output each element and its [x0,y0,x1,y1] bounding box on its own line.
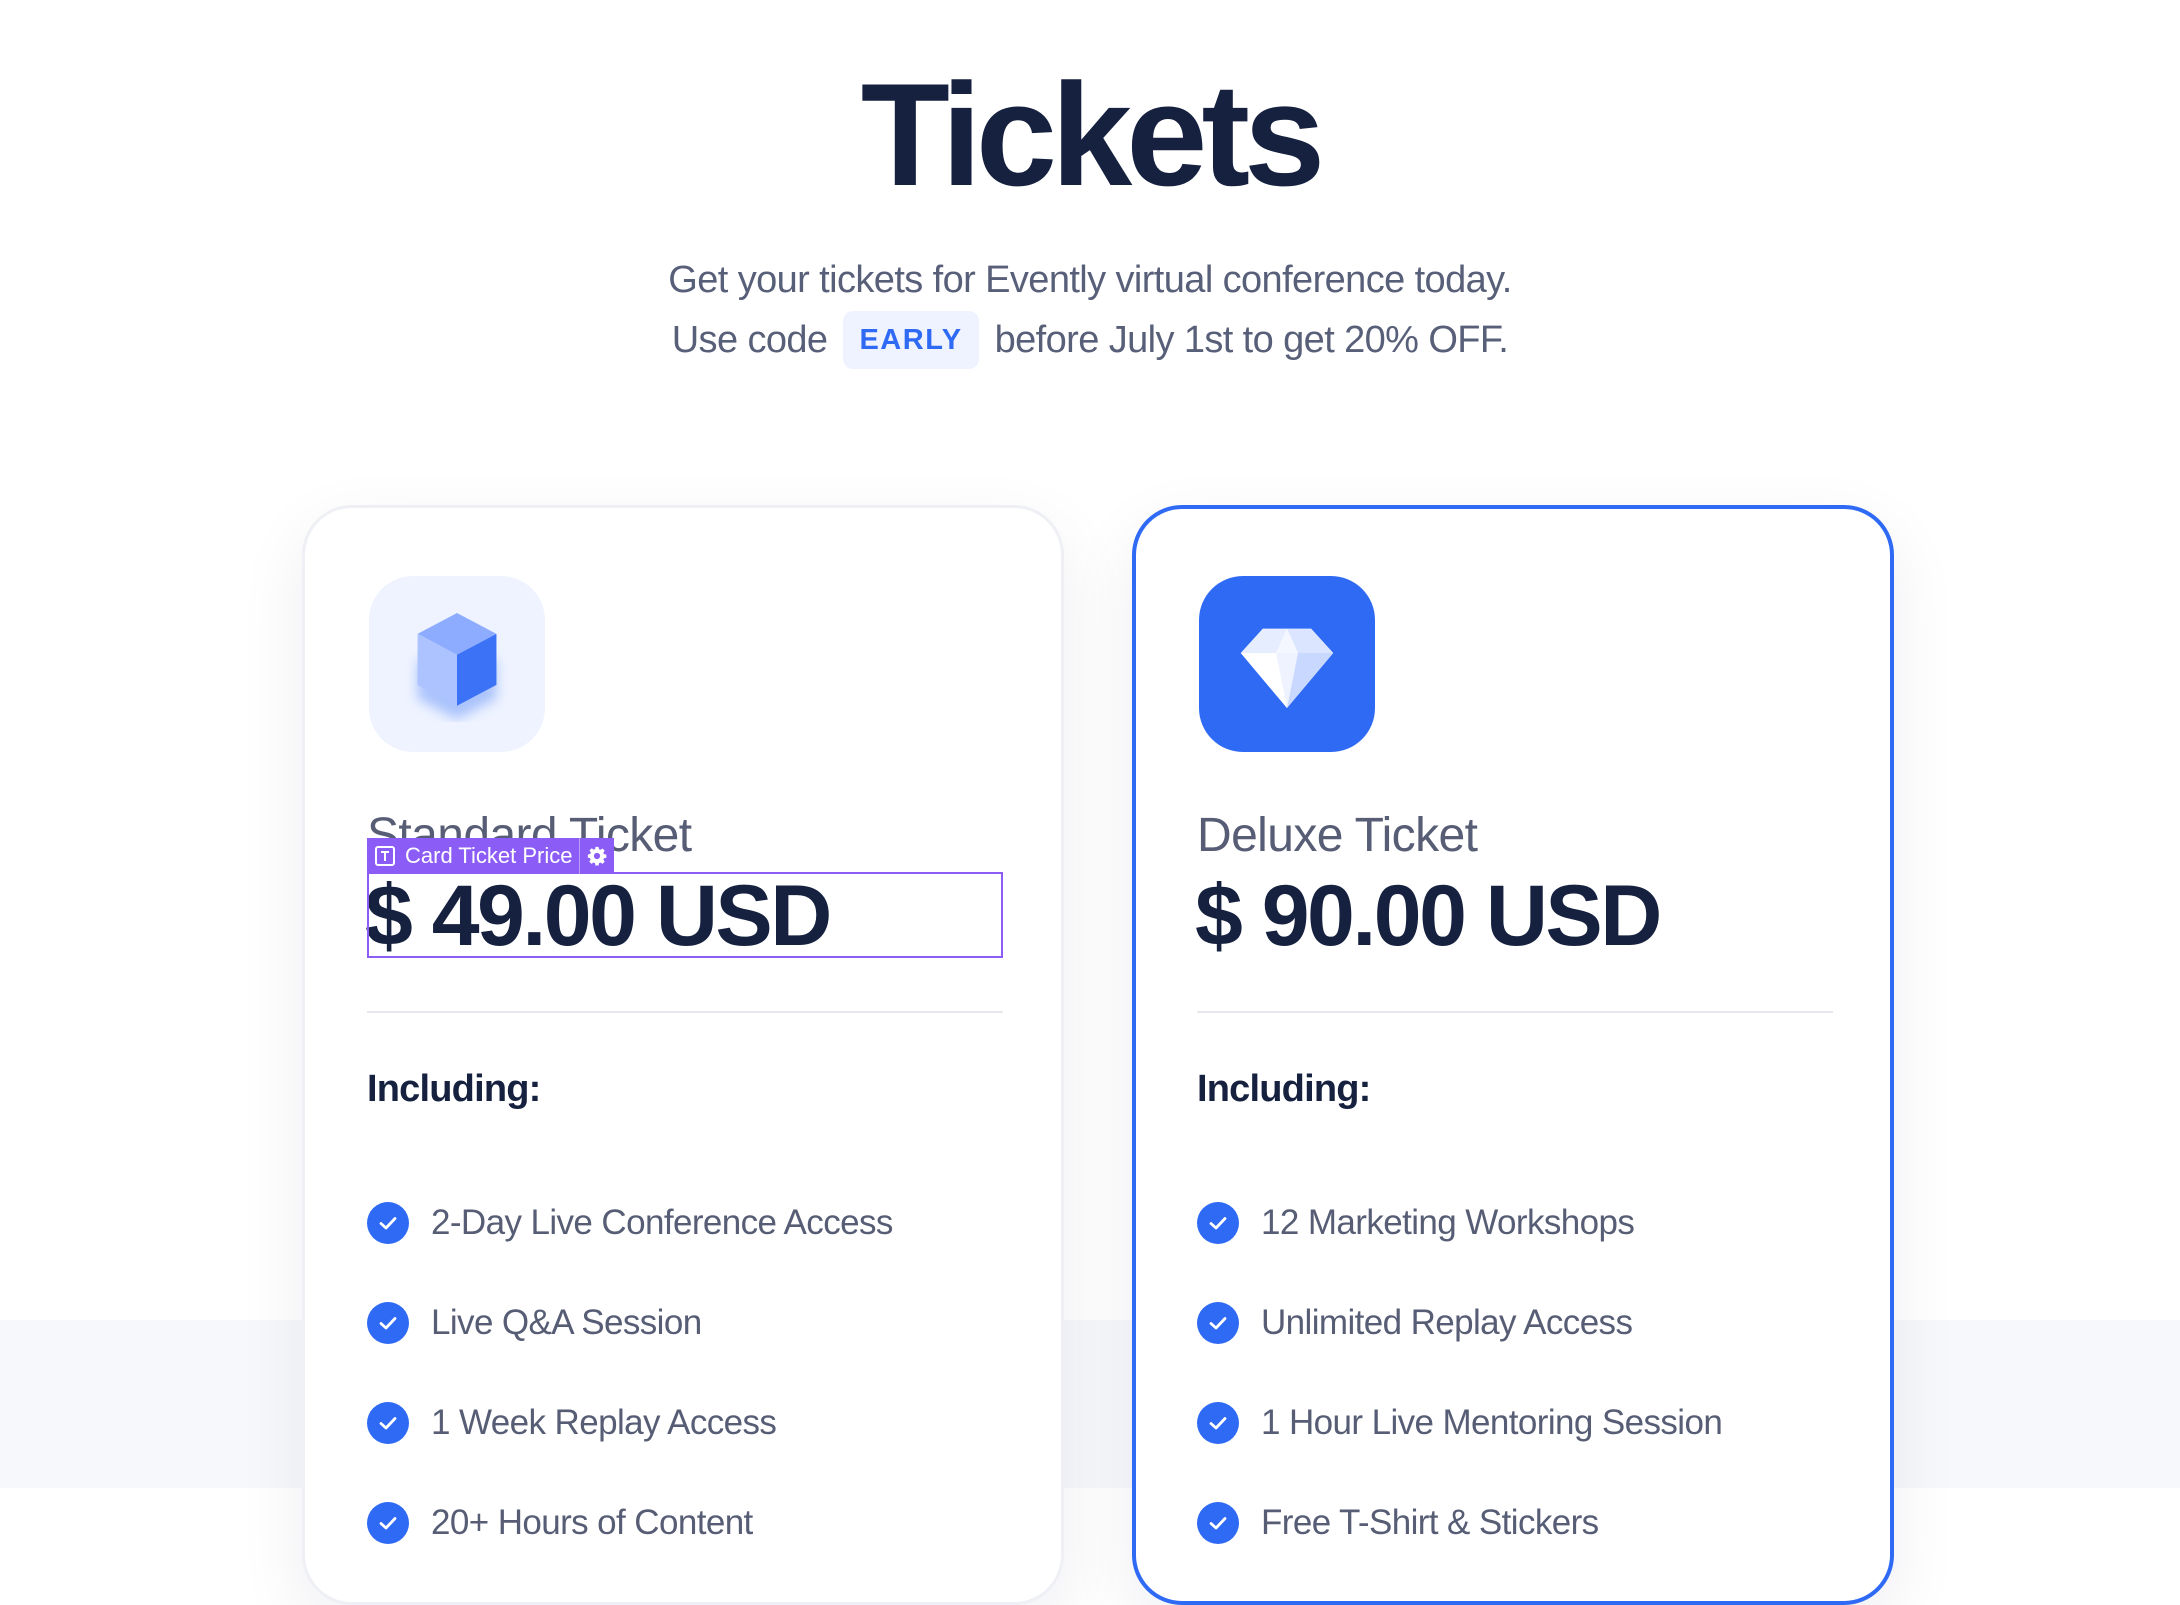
ticket-icon-tile [369,576,545,752]
check-circle-icon [367,1402,409,1444]
editor-element-label: Card Ticket Price [405,843,573,868]
feature-text: Live Q&A Session [431,1303,702,1342]
subtitle-line-2: Use code EARLY before July 1st to get 20… [672,310,1509,370]
feature-text: 12 Marketing Workshops [1261,1203,1635,1242]
diamond-icon [1240,628,1334,708]
text-icon [367,838,403,874]
including-heading: Including: [367,1068,541,1110]
subtitle-code-suffix: before July 1st to get 20% OFF. [994,319,1509,361]
list-item: Unlimited Replay Access [1197,1273,1722,1373]
ticket-card-standard[interactable]: Standard Ticket $ 49.00 USD Card Ticket … [302,505,1064,1605]
list-item: 2-Day Live Conference Access [367,1173,893,1273]
page-title: Tickets [860,53,1326,216]
feature-list: 2-Day Live Conference Access Live Q&A Se… [367,1173,893,1573]
feature-text: 2-Day Live Conference Access [431,1203,893,1242]
ticket-card-deluxe[interactable]: Deluxe Ticket $ 90.00 USD Including: 12 … [1132,505,1894,1605]
list-item: Live Q&A Session [367,1273,893,1373]
check-circle-icon [367,1502,409,1544]
list-item: 1 Hour Live Mentoring Session [1197,1373,1723,1473]
subtitle-code-prefix: Use code [671,319,828,361]
check-circle-icon [367,1202,409,1244]
gear-icon[interactable] [578,838,614,874]
list-item: 20+ Hours of Content [367,1473,893,1573]
including-heading: Including: [1197,1068,1371,1110]
editor-selection-outline [367,872,1003,958]
feature-text: 1 Hour Live Mentoring Session [1261,1403,1723,1442]
cube-icon [417,612,497,720]
list-item: Free T-Shirt & Stickers [1197,1473,1722,1573]
tickets-header: Tickets Get your tickets for Evently vir… [0,60,2180,370]
feature-list: 12 Marketing Workshops Unlimited Replay … [1197,1173,1723,1573]
ticket-price: $ 90.00 USD [1195,868,1662,964]
card-divider [1197,1011,1833,1013]
card-divider [367,1011,1003,1013]
check-circle-icon [1197,1202,1239,1244]
page-subtitle: Get your tickets for Evently virtual con… [0,250,2180,370]
check-circle-icon [367,1302,409,1344]
check-circle-icon [1197,1402,1239,1444]
promo-code-badge: EARLY [843,311,979,369]
subtitle-line-1: Get your tickets for Evently virtual con… [668,259,1512,301]
feature-text: 20+ Hours of Content [431,1503,753,1542]
check-circle-icon [1197,1302,1239,1344]
list-item: 12 Marketing Workshops [1197,1173,1722,1273]
list-item: 1 Week Replay Access [367,1373,893,1473]
ticket-icon-tile [1199,576,1375,752]
feature-text: 1 Week Replay Access [431,1403,777,1442]
editor-element-tag[interactable]: Card Ticket Price [367,838,614,874]
feature-text: Free T-Shirt & Stickers [1261,1503,1599,1542]
ticket-name: Deluxe Ticket [1197,809,1478,862]
check-circle-icon [1197,1502,1239,1544]
feature-text: Unlimited Replay Access [1261,1303,1633,1342]
